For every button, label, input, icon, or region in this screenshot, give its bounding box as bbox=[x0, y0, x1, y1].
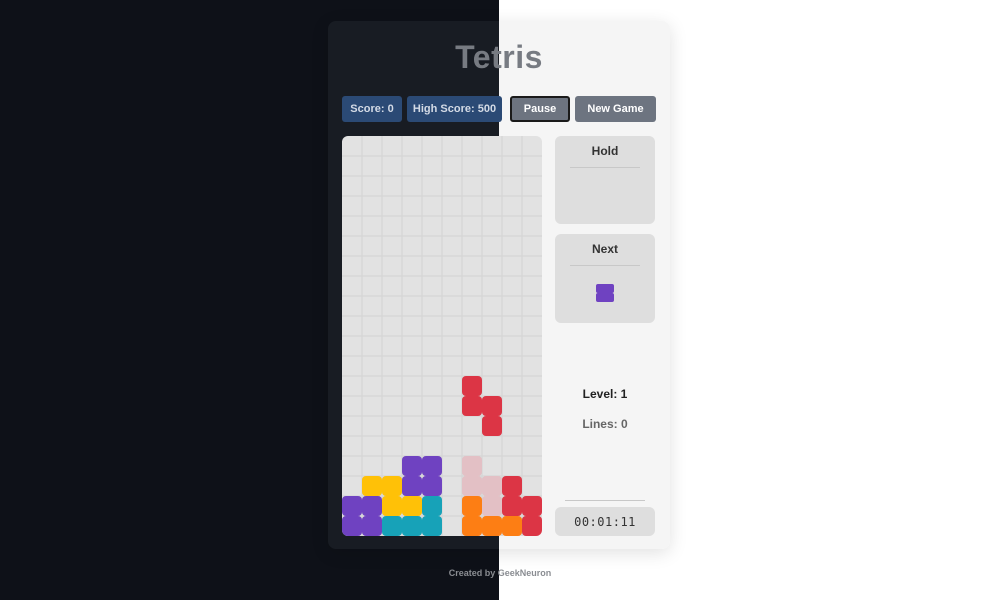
locked-block bbox=[362, 476, 382, 496]
game-timer: 00:01:11 bbox=[555, 507, 655, 536]
locked-block bbox=[422, 456, 442, 476]
locked-block bbox=[462, 496, 482, 516]
ghost-block bbox=[482, 476, 502, 496]
locked-block bbox=[502, 496, 522, 516]
locked-block bbox=[482, 516, 502, 536]
score-display: Score: 0 bbox=[342, 96, 402, 122]
game-title: Tetris bbox=[455, 39, 543, 75]
credit-text: Created by GeekNeuron bbox=[448, 568, 552, 578]
pause-button[interactable]: Pause bbox=[510, 96, 570, 122]
ghost-block bbox=[482, 496, 502, 516]
locked-block bbox=[502, 516, 522, 536]
hold-label: Hold bbox=[591, 144, 619, 158]
locked-block bbox=[382, 496, 402, 516]
locked-block bbox=[422, 476, 442, 496]
hold-panel: Hold bbox=[555, 136, 655, 224]
hold-divider bbox=[570, 167, 640, 168]
locked-block bbox=[382, 476, 402, 496]
locked-block bbox=[342, 516, 362, 536]
locked-block bbox=[522, 496, 542, 516]
locked-block bbox=[422, 516, 442, 536]
next-divider bbox=[570, 265, 640, 266]
active-block bbox=[482, 416, 502, 436]
game-board bbox=[342, 136, 542, 536]
active-block bbox=[462, 376, 482, 396]
next-label: Next bbox=[591, 242, 618, 256]
locked-block bbox=[342, 496, 362, 516]
lines-display: Lines: 0 bbox=[582, 417, 628, 431]
game-container: Tetris Score: 0 High Score: 500 Pause Ne… bbox=[328, 21, 670, 549]
locked-block bbox=[502, 476, 522, 496]
board-canvas bbox=[342, 136, 542, 536]
ghost-block bbox=[462, 476, 482, 496]
next-panel: Next bbox=[555, 234, 655, 323]
next-piece-block bbox=[596, 284, 614, 293]
high-score-display: High Score: 500 bbox=[407, 96, 502, 122]
next-piece-preview bbox=[596, 284, 614, 302]
active-block bbox=[462, 396, 482, 416]
locked-block bbox=[522, 516, 542, 536]
locked-block bbox=[402, 456, 422, 476]
active-block bbox=[482, 396, 502, 416]
timer-divider bbox=[565, 500, 645, 501]
locked-block bbox=[402, 516, 422, 536]
level-display: Level: 1 bbox=[582, 387, 628, 401]
locked-block bbox=[362, 496, 382, 516]
locked-block bbox=[462, 516, 482, 536]
new-game-button[interactable]: New Game bbox=[575, 96, 656, 122]
locked-block bbox=[402, 476, 422, 496]
locked-block bbox=[402, 496, 422, 516]
next-piece-block bbox=[596, 293, 614, 302]
locked-block bbox=[362, 516, 382, 536]
locked-block bbox=[382, 516, 402, 536]
ghost-block bbox=[462, 456, 482, 476]
locked-block bbox=[422, 496, 442, 516]
